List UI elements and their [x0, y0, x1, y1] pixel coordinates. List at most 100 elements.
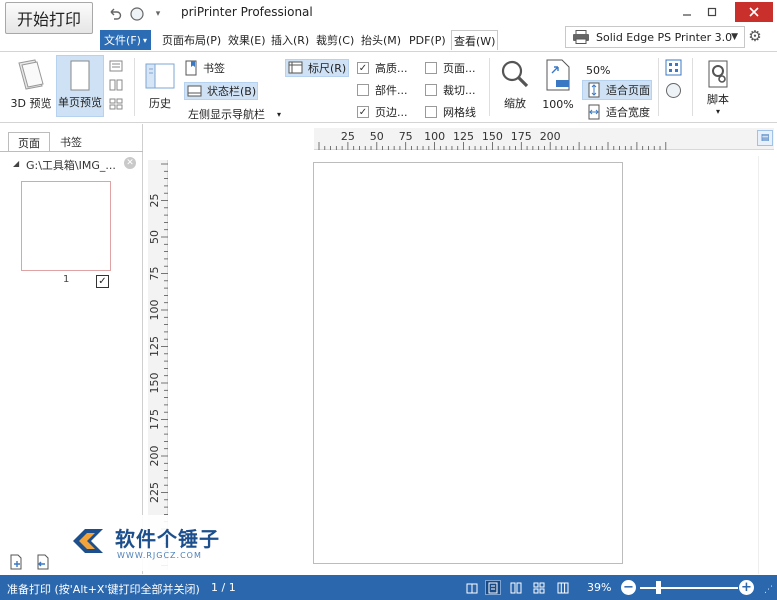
- page-layout-options: [109, 60, 125, 110]
- zoom-in-button[interactable]: +: [739, 580, 754, 595]
- ruler-label: 75: [399, 130, 413, 143]
- thumbnail-page-number: 1: [63, 274, 70, 285]
- ruler-label: 100: [424, 130, 445, 143]
- crop-marks-label: 裁切...: [443, 84, 476, 97]
- app-title: priPrinter Professional: [181, 5, 313, 19]
- vertical-scrollbar[interactable]: [758, 156, 774, 574]
- ruler-label: 125: [148, 336, 161, 357]
- page-preview[interactable]: [313, 162, 623, 564]
- watermark-logo: 软件个锤子 WWW.RJGCZ.COM: [57, 515, 241, 571]
- page-checkbox[interactable]: 页面...: [425, 59, 476, 77]
- page-include-checkbox[interactable]: ✓: [96, 275, 109, 288]
- fit-width-button[interactable]: 适合宽度: [583, 103, 650, 121]
- page-margin-checkbox[interactable]: ✓ 页边...: [357, 103, 408, 121]
- grid-lines-checkbox[interactable]: 网格线: [425, 103, 476, 121]
- checkbox-empty-icon: [425, 62, 437, 74]
- single-page-preview-button[interactable]: 单页预览: [56, 55, 104, 117]
- four-page-icon[interactable]: [109, 79, 123, 91]
- document-path[interactable]: G:\工具箱\IMG_...: [26, 157, 116, 173]
- ruler-label: 175: [148, 409, 161, 430]
- parts-checkbox[interactable]: 部件...: [357, 81, 408, 99]
- ruler-label: 200: [540, 130, 561, 143]
- watermark-name: 软件个锤子: [115, 527, 220, 551]
- grid-view-icon[interactable]: [665, 59, 683, 77]
- left-nav-dropdown[interactable]: 左侧显示导航栏 ▾: [188, 105, 284, 123]
- high-quality-checkbox[interactable]: ✓ 高质...: [357, 59, 408, 77]
- history-icon: [145, 63, 175, 89]
- two-page-icon[interactable]: [109, 60, 123, 72]
- single-page-view-icon[interactable]: [485, 580, 501, 595]
- history-label: 历史: [149, 97, 171, 110]
- tab-effects[interactable]: 效果(E): [226, 30, 268, 50]
- printer-icon: [572, 30, 590, 47]
- page-margin-label: 页边...: [375, 106, 408, 119]
- maximize-button[interactable]: [701, 2, 723, 22]
- tab-header[interactable]: 抬头(M): [359, 30, 403, 50]
- zoom-50-label: 50%: [586, 63, 611, 77]
- navigation-panel: 页面 书签 ◢ G:\工具箱\IMG_... ✕ 1 ✓: [0, 124, 143, 574]
- zoom-100-button[interactable]: 100%: [539, 55, 577, 117]
- tab-crop[interactable]: 裁剪(C): [314, 30, 356, 50]
- chevron-down-icon: ▾: [142, 35, 147, 45]
- zoom-100-label: 100%: [542, 98, 574, 111]
- tab-page-layout[interactable]: 页面布局(P): [160, 30, 223, 50]
- undo-icon[interactable]: [106, 5, 124, 23]
- panel-toggle-icon[interactable]: ▤: [757, 130, 773, 146]
- fit-page-icon: [588, 82, 600, 98]
- history-button[interactable]: 历史: [140, 55, 180, 117]
- ruler-label: 标尺(R): [308, 62, 347, 75]
- single-page-icon: [70, 60, 90, 91]
- add-page-icon[interactable]: [8, 554, 24, 570]
- printer-select[interactable]: Solid Edge PS Printer 3.0 ▼: [565, 26, 745, 48]
- zoom-slider-thumb[interactable]: [655, 581, 661, 594]
- tab-view[interactable]: 查看(W): [451, 30, 499, 50]
- zoom-50-button[interactable]: 50%: [586, 61, 610, 79]
- bookmark-icon: [185, 60, 197, 76]
- book-view-icon[interactable]: [464, 580, 480, 595]
- file-menu-label: 文件(F): [104, 34, 141, 47]
- remove-page-icon[interactable]: [35, 554, 51, 570]
- zoom-out-button[interactable]: −: [621, 580, 636, 595]
- single-page-label: 单页预览: [58, 96, 102, 109]
- actual-size-icon: [546, 59, 570, 91]
- script-button[interactable]: 脚本 ▾: [700, 55, 736, 117]
- crop-marks-checkbox[interactable]: 裁切...: [425, 81, 476, 99]
- checkbox-empty-icon: [425, 106, 437, 118]
- tree-collapse-icon[interactable]: ◢: [13, 159, 19, 168]
- bookmarks-toggle[interactable]: 书签: [185, 59, 227, 77]
- close-document-icon[interactable]: ✕: [124, 157, 136, 169]
- watermark-url: WWW.RJGCZ.COM: [117, 551, 202, 560]
- fit-page-label: 适合页面: [606, 84, 650, 97]
- page-thumbnail[interactable]: [21, 181, 111, 271]
- tab-insert[interactable]: 插入(R): [269, 30, 311, 50]
- ruler-label: 175: [511, 130, 532, 143]
- multi-page-view-icon[interactable]: [555, 580, 571, 595]
- gear-icon[interactable]: ⚙: [746, 27, 764, 45]
- circle-icon[interactable]: [128, 5, 146, 23]
- ruler-label: 25: [341, 130, 355, 143]
- close-button[interactable]: [735, 2, 773, 22]
- statusbar-toggle[interactable]: 状态栏(B): [184, 82, 258, 100]
- vertical-ruler-ticks: 25 50 75 100 125 150 175 200 225: [148, 163, 168, 566]
- multi-page-icon[interactable]: [109, 98, 123, 110]
- checkbox-empty-icon: [425, 84, 437, 96]
- ruler-toggle[interactable]: 标尺(R): [285, 59, 349, 77]
- zoom-button[interactable]: 缩放: [496, 55, 534, 117]
- circle-icon[interactable]: [665, 82, 683, 100]
- tab-pdf[interactable]: PDF(P): [407, 30, 448, 50]
- menu-tabs: 文件(F) ▾ 页面布局(P) 效果(E) 插入(R) 裁剪(C) 抬头(M) P…: [0, 30, 560, 50]
- checkbox-checked-icon: ✓: [357, 106, 369, 118]
- ruler-label: 25: [148, 194, 161, 208]
- fit-page-button[interactable]: 适合页面: [582, 80, 652, 100]
- two-page-view-icon[interactable]: [508, 580, 524, 595]
- tab-bookmarks[interactable]: 书签: [50, 132, 92, 152]
- minimize-button[interactable]: [676, 2, 698, 22]
- tab-pages[interactable]: 页面: [8, 132, 50, 152]
- fit-width-icon: [588, 104, 600, 120]
- status-bar: 准备打印 (按'Alt+X'键打印全部并关闭) 1 / 1 39% − + ⋰: [0, 575, 777, 600]
- preview-3d-button[interactable]: 3D 预览: [8, 55, 54, 117]
- resize-grip-icon[interactable]: ⋰: [764, 585, 773, 595]
- four-page-view-icon[interactable]: [531, 580, 547, 595]
- file-menu-tab[interactable]: 文件(F) ▾: [100, 30, 151, 50]
- dropdown-icon[interactable]: ▾: [152, 5, 164, 23]
